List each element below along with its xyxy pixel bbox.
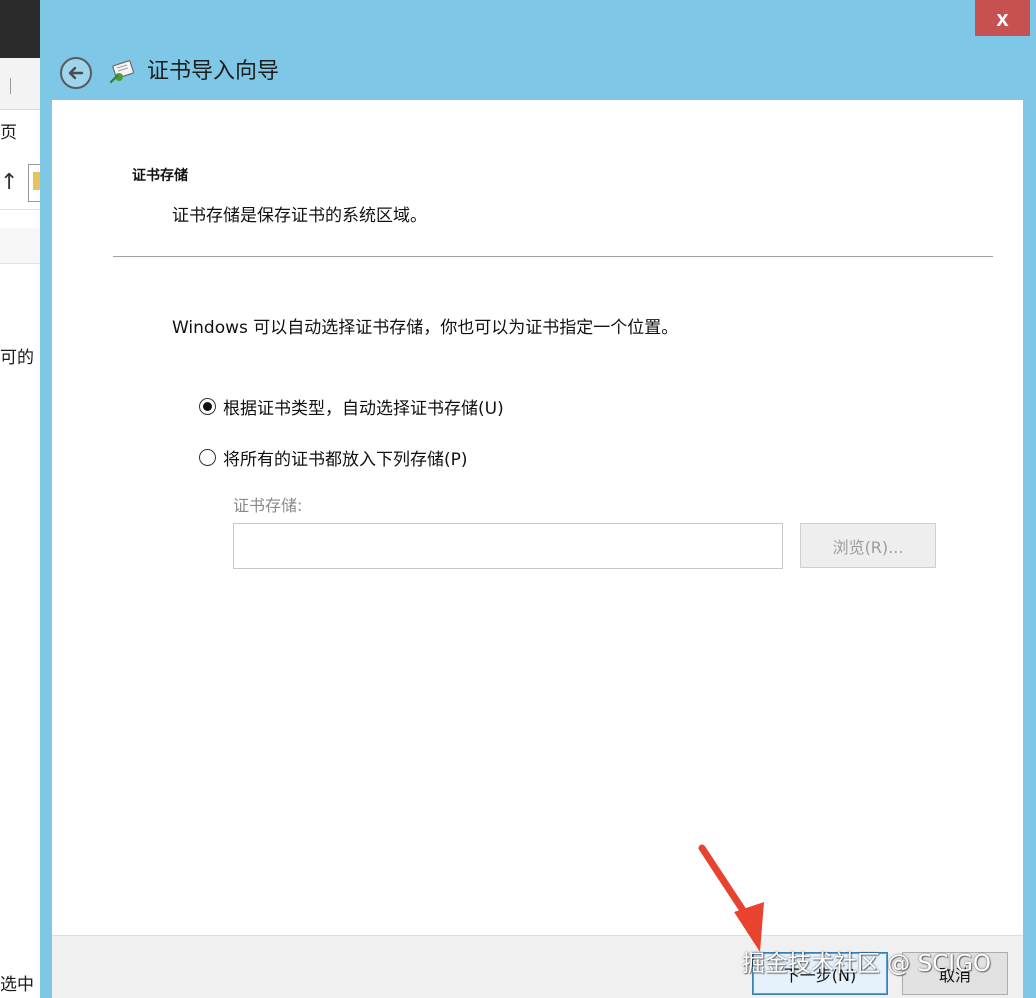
ribbon-separator xyxy=(10,78,11,94)
radio-auto-select-label: 根据证书类型，自动选择证书存储(U) xyxy=(223,399,504,419)
radio-place-in-store[interactable]: 将所有的证书都放入下列存储(P) xyxy=(199,445,468,470)
background-column-header xyxy=(0,228,44,264)
close-button[interactable]: x xyxy=(975,0,1030,36)
section-description: 证书存储是保存证书的系统区域。 xyxy=(172,206,427,226)
radio-place-in-store-label: 将所有的证书都放入下列存储(P) xyxy=(223,450,468,470)
background-ribbon-text: 页 xyxy=(0,123,17,143)
background-titlebar xyxy=(0,0,44,58)
radio-auto-select[interactable]: 根据证书类型，自动选择证书存储(U) xyxy=(199,394,504,419)
cancel-button[interactable]: 取消 xyxy=(902,952,1008,995)
section-title: 证书存储 xyxy=(132,168,188,184)
background-side-text: 可的 xyxy=(0,348,34,368)
certificate-wizard-icon xyxy=(109,60,135,84)
header-divider xyxy=(113,256,993,257)
background-bottom-text: 选中 xyxy=(0,975,34,995)
certificate-store-input[interactable] xyxy=(233,523,783,569)
background-ribbon xyxy=(0,58,44,110)
wizard-title: 证书导入向导 xyxy=(147,59,280,84)
browse-button[interactable]: 浏览(R)... xyxy=(800,523,936,568)
intro-text: Windows 可以自动选择证书存储，你也可以为证书指定一个位置。 xyxy=(172,318,679,338)
back-button[interactable] xyxy=(60,57,92,89)
certificate-store-label: 证书存储: xyxy=(233,496,303,515)
background-explorer-window: 页 ↑ 可的 选中 xyxy=(0,0,44,998)
radio-selected-icon[interactable] xyxy=(199,398,216,415)
radio-empty-icon[interactable] xyxy=(199,449,216,466)
back-arrow-icon xyxy=(68,66,84,80)
next-button[interactable]: 下一步(N) xyxy=(752,952,888,995)
up-arrow-icon[interactable]: ↑ xyxy=(0,170,18,195)
